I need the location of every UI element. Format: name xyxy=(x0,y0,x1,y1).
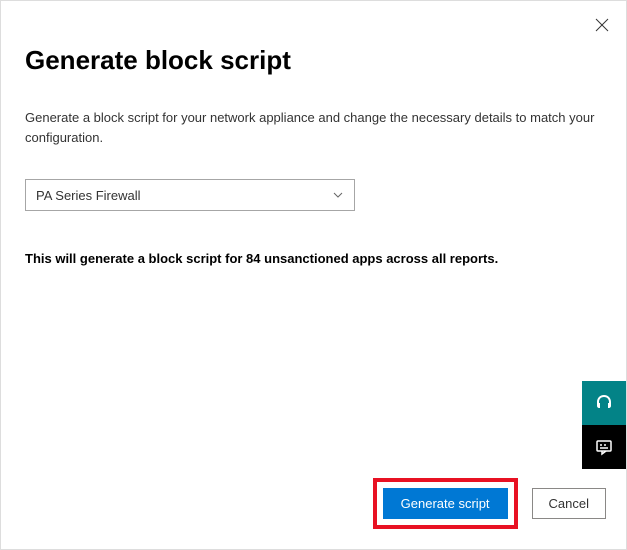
chevron-down-icon xyxy=(332,189,344,201)
chat-icon xyxy=(594,437,614,457)
headset-icon xyxy=(594,393,614,413)
dialog-description: Generate a block script for your network… xyxy=(25,108,602,147)
generate-script-button[interactable]: Generate script xyxy=(383,488,508,519)
side-widgets xyxy=(582,381,626,469)
dropdown-selected-value: PA Series Firewall xyxy=(36,188,141,203)
feedback-widget[interactable] xyxy=(582,425,626,469)
cancel-button[interactable]: Cancel xyxy=(532,488,606,519)
close-icon xyxy=(595,18,609,32)
help-widget[interactable] xyxy=(582,381,626,425)
summary-text: This will generate a block script for 84… xyxy=(25,251,602,266)
dialog-footer: Generate script Cancel xyxy=(373,478,606,529)
dialog-content: Generate block script Generate a block s… xyxy=(1,1,626,290)
dialog-title: Generate block script xyxy=(25,45,602,76)
primary-button-highlight: Generate script xyxy=(373,478,518,529)
close-button[interactable] xyxy=(594,17,610,33)
appliance-dropdown[interactable]: PA Series Firewall xyxy=(25,179,355,211)
